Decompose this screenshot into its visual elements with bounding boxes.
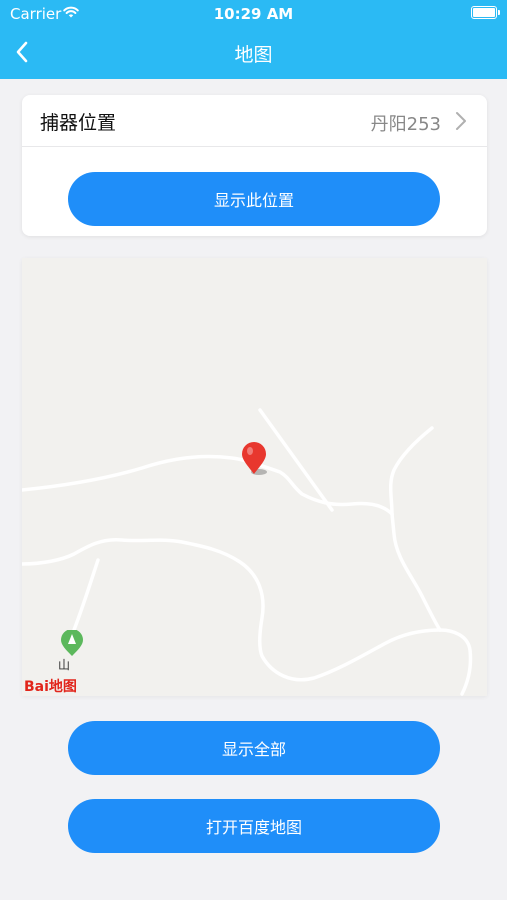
show-location-button[interactable]: 显示此位置 [68,172,440,226]
location-card: 捕器位置 丹阳253 显示此位置 [22,95,487,236]
nav-bar: 地图 [0,28,507,79]
trap-location-label: 捕器位置 [40,112,117,134]
chevron-right-icon [456,112,466,130]
baidu-map-logo: Bai地图 [24,679,77,695]
poi-label: 山 [58,658,71,672]
trap-location-value: 丹阳253 [370,114,441,135]
open-baidu-map-button[interactable]: 打开百度地图 [68,799,440,853]
poi-park-icon [61,630,83,656]
app-header: Carrier 10:29 AM 地图 [0,0,507,79]
trap-location-row[interactable]: 捕器位置 丹阳253 [22,95,487,147]
status-bar: Carrier 10:29 AM [0,0,507,28]
show-all-button[interactable]: 显示全部 [68,721,440,775]
battery-icon [471,6,500,19]
status-time: 10:29 AM [213,5,294,23]
page-title: 地图 [234,44,273,66]
map-view[interactable]: 山 Bai地图 [22,258,487,696]
location-marker-icon[interactable] [240,442,270,476]
map-roads [22,408,473,696]
